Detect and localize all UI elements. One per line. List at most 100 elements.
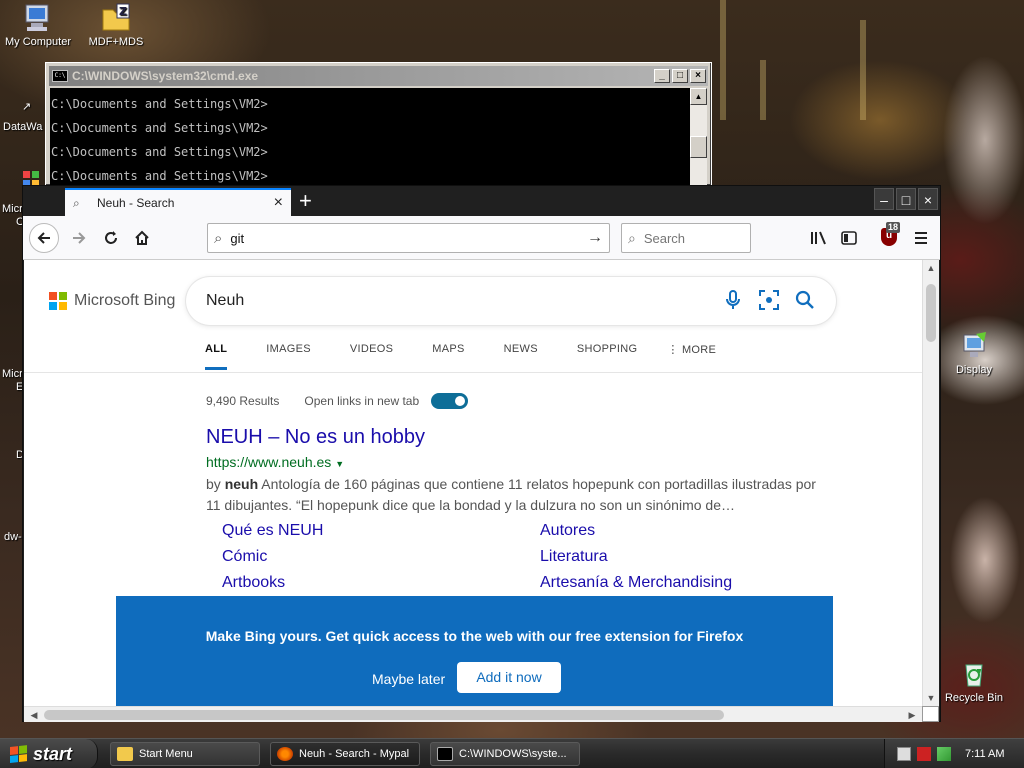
security-alert-icon[interactable]	[917, 747, 931, 761]
maximize-button[interactable]: □	[672, 69, 688, 83]
desktop-icon-label: Display	[955, 364, 993, 376]
taskbar-item-label: C:\WINDOWS\syste...	[459, 748, 567, 760]
menu-button[interactable]	[907, 224, 935, 252]
result-url-text: https://www.neuh.es	[206, 454, 332, 470]
microphone-icon[interactable]	[722, 290, 744, 312]
scroll-down-arrow-icon[interactable]: ▼	[923, 690, 939, 706]
scope-all[interactable]: ALL	[205, 343, 227, 356]
add-it-now-button[interactable]: Add it now	[457, 662, 561, 693]
result-url[interactable]: https://www.neuh.es ▼	[206, 454, 344, 470]
cmd-console[interactable]: C:\Documents and Settings\VM2> C:\Docume…	[50, 88, 690, 185]
folder-icon	[117, 747, 133, 761]
snippet-bold: neuh	[224, 476, 259, 492]
open-links-toggle[interactable]	[431, 393, 469, 409]
ublock-extension-button[interactable]: u 18	[881, 222, 903, 246]
scroll-right-arrow-icon[interactable]: ▶	[904, 707, 920, 723]
maximize-button[interactable]: □	[896, 188, 916, 210]
scroll-thumb[interactable]	[44, 710, 724, 720]
close-button[interactable]: ×	[918, 188, 938, 210]
mdf-mds-desktop-icon[interactable]: Z MDF+MDS	[78, 2, 154, 49]
scroll-left-arrow-icon[interactable]: ◀	[26, 707, 42, 723]
minimize-button[interactable]: –	[874, 188, 894, 210]
taskbar-item-start-menu[interactable]: Start Menu	[110, 742, 260, 766]
scroll-up-arrow-icon[interactable]: ▲	[923, 260, 939, 276]
tab-label: Neuh - Search	[97, 196, 175, 210]
start-button[interactable]: start	[0, 739, 98, 768]
taskbar-item-browser[interactable]: Neuh - Search - Mypal	[270, 742, 420, 766]
scope-maps[interactable]: MAPS	[432, 343, 464, 356]
display-desktop-icon[interactable]: Display	[936, 330, 1012, 377]
active-scope-underline	[205, 367, 227, 370]
scope-more-label: MORE	[681, 344, 717, 356]
desktop-icon-label: My Computer	[4, 36, 72, 48]
cmd-scrollbar[interactable]: ▲	[690, 88, 707, 185]
keyboard-icon[interactable]	[897, 747, 911, 761]
scope-news[interactable]: NEWS	[504, 343, 538, 356]
tab-bar: ⌕ Neuh - Search × + – □ ×	[23, 186, 940, 216]
scope-more[interactable]: ⋮ MORE	[667, 343, 716, 356]
bing-search-box[interactable]: Neuh	[186, 277, 836, 325]
resize-corner[interactable]	[922, 706, 939, 722]
network-icon[interactable]	[937, 747, 951, 761]
search-icon: ⌕	[628, 229, 636, 246]
search-input[interactable]	[643, 230, 734, 246]
scope-tabs: ALL IMAGES VIDEOS MAPS NEWS SHOPPING ⋮ M…	[205, 343, 755, 370]
scope-shopping[interactable]: SHOPPING	[577, 343, 637, 356]
deeplink-autores[interactable]: Autores	[540, 522, 595, 540]
bing-logo-text: Microsoft Bing	[74, 292, 176, 309]
cmd-window[interactable]: C:\ C:\WINDOWS\system32\cmd.exe _ □ × C:…	[45, 62, 712, 186]
query-text[interactable]: Neuh	[206, 292, 708, 310]
reload-button[interactable]	[97, 224, 125, 252]
my-computer-desktop-icon[interactable]: My Computer	[0, 2, 76, 49]
taskbar-item-cmd[interactable]: C:\WINDOWS\syste...	[430, 742, 580, 766]
search-icon[interactable]	[794, 290, 816, 312]
deeplink-artbooks[interactable]: Artbooks	[222, 574, 285, 592]
scope-videos[interactable]: VIDEOS	[350, 343, 393, 356]
deeplink-que-es-neuh[interactable]: Qué es NEUH	[222, 522, 323, 540]
bing-logo[interactable]: Microsoft Bing	[49, 292, 175, 310]
scroll-thumb[interactable]	[926, 284, 936, 342]
result-title-link[interactable]: NEUH – No es un hobby	[206, 426, 425, 449]
page-horizontal-scrollbar[interactable]: ◀ ▶	[24, 706, 922, 722]
window-controls: – □ ×	[874, 188, 938, 210]
wallpaper-detail	[860, 20, 866, 120]
visual-search-icon[interactable]	[758, 290, 780, 312]
microsoft-logo-icon	[49, 292, 67, 310]
result-count: 9,490 Results	[206, 394, 280, 408]
desktop-icon-label: Recycle Bin	[944, 692, 1004, 704]
open-links-label: Open links in new tab	[304, 394, 420, 408]
url-input[interactable]	[230, 230, 587, 246]
page-vertical-scrollbar[interactable]: ▲ ▼	[922, 260, 939, 706]
browser-icon	[277, 747, 293, 761]
cmd-titlebar[interactable]: C:\ C:\WINDOWS\system32\cmd.exe _ □ ×	[49, 66, 708, 86]
address-bar[interactable]: ⌕ →	[207, 223, 610, 253]
start-label: start	[33, 743, 73, 764]
maybe-later-button[interactable]: Maybe later	[372, 671, 445, 687]
recycle-bin-desktop-icon[interactable]: Recycle Bin	[936, 658, 1012, 705]
forward-button[interactable]	[65, 224, 93, 252]
scroll-thumb[interactable]	[690, 136, 707, 158]
tab-neuh-search[interactable]: ⌕ Neuh - Search ×	[65, 188, 291, 216]
desktop-icon-label: dw-	[4, 531, 22, 543]
scroll-up-arrow-icon[interactable]: ▲	[690, 88, 707, 105]
result-snippet: by neuh Antología de 160 páginas que con…	[206, 474, 816, 516]
deeplink-artesania-merchandising[interactable]: Artesanía & Merchandising	[540, 574, 732, 592]
search-icon: ⌕	[214, 229, 223, 247]
deeplink-literatura[interactable]: Literatura	[540, 548, 608, 566]
back-button[interactable]	[29, 223, 59, 253]
deeplink-comic[interactable]: Cómic	[222, 548, 267, 566]
browser-window[interactable]: ⌕ Neuh - Search × + – □ × ⌕ → ⌕	[22, 185, 941, 722]
go-arrow-icon[interactable]: →	[587, 229, 603, 247]
console-line: C:\Documents and Settings\VM2>	[51, 97, 268, 111]
new-tab-button[interactable]: +	[299, 190, 312, 212]
scope-images[interactable]: IMAGES	[266, 343, 311, 356]
url-dropdown-icon[interactable]: ▼	[335, 459, 344, 469]
close-tab-icon[interactable]: ×	[274, 195, 283, 211]
clock[interactable]: 7:11 AM	[965, 748, 1005, 760]
home-button[interactable]	[128, 224, 156, 252]
close-button[interactable]: ×	[690, 69, 706, 83]
sidebar-button[interactable]	[835, 224, 863, 252]
library-button[interactable]	[805, 224, 833, 252]
search-box[interactable]: ⌕	[621, 223, 751, 253]
minimize-button[interactable]: _	[654, 69, 670, 83]
